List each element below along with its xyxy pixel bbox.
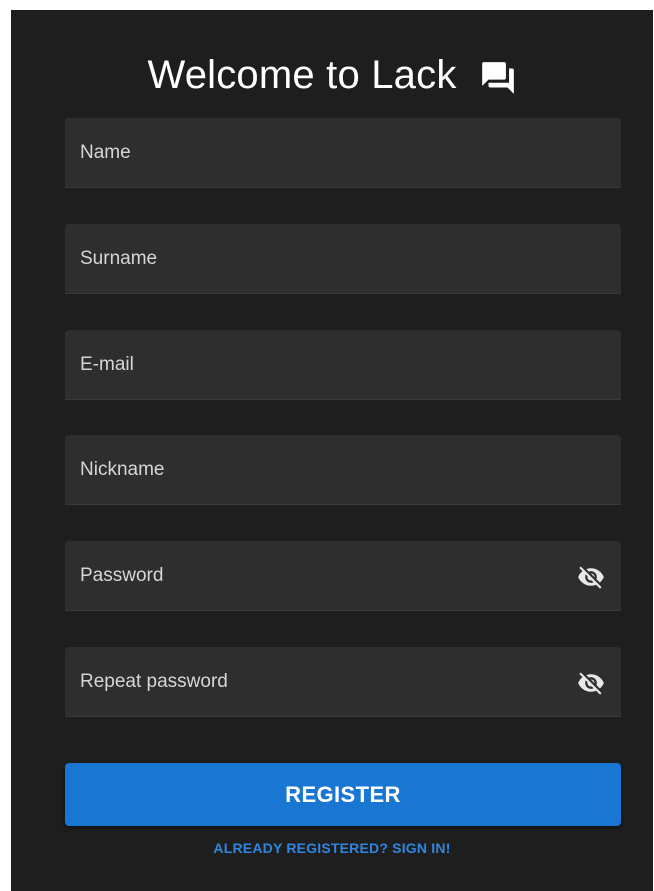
header: Welcome to Lack xyxy=(11,50,653,100)
name-field[interactable] xyxy=(65,118,621,188)
page-title: Welcome to Lack xyxy=(147,53,457,97)
nickname-input[interactable] xyxy=(65,435,621,504)
register-button[interactable]: REGISTER xyxy=(65,763,621,826)
email-input[interactable] xyxy=(65,330,621,399)
repeat-password-field[interactable] xyxy=(65,647,621,717)
repeat-password-input[interactable] xyxy=(65,647,621,716)
password-input[interactable] xyxy=(65,541,621,610)
register-card: Welcome to Lack REGISTE xyxy=(11,10,653,891)
visibility-off-icon[interactable] xyxy=(577,669,605,697)
forum-icon xyxy=(479,59,517,97)
nickname-field[interactable] xyxy=(65,435,621,505)
surname-input[interactable] xyxy=(65,224,621,293)
name-input[interactable] xyxy=(65,118,621,187)
email-field[interactable] xyxy=(65,330,621,400)
sign-in-link[interactable]: ALREADY REGISTERED? SIGN IN! xyxy=(11,840,653,856)
surname-field[interactable] xyxy=(65,224,621,294)
password-field[interactable] xyxy=(65,541,621,611)
visibility-off-icon[interactable] xyxy=(577,563,605,591)
